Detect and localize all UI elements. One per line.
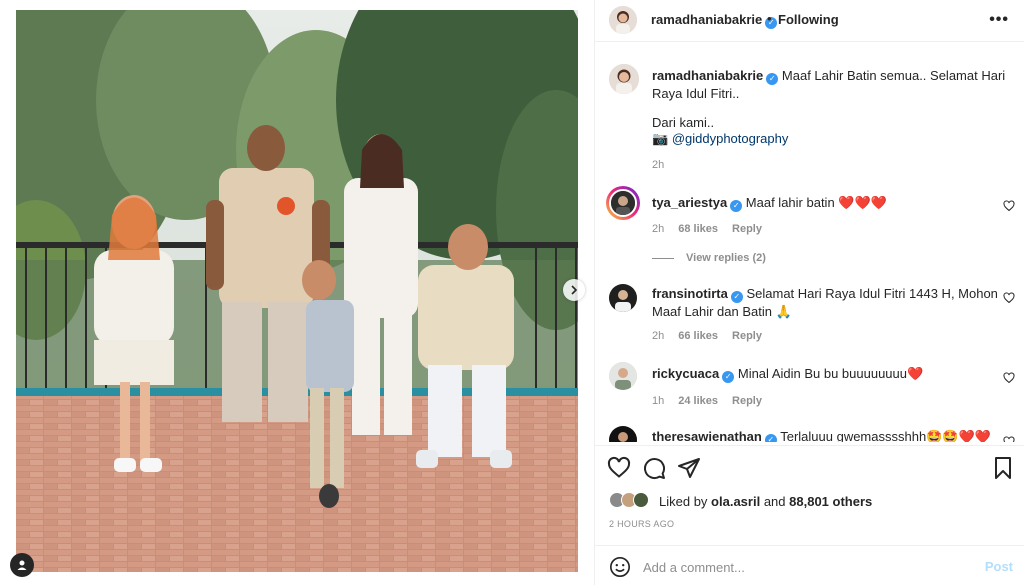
- comment-username[interactable]: tya_ariestya: [652, 195, 727, 210]
- liker-avatar: [633, 492, 649, 508]
- comment-body: Terlaluuu gwemasssshhh🤩🤩❤️❤️: [780, 429, 991, 442]
- comment-time[interactable]: 2h: [652, 223, 664, 235]
- commenter-avatar[interactable]: [609, 284, 637, 312]
- post-side-panel: ramadhaniabakrie ✓ • Following ••• ramadh: [594, 0, 1024, 585]
- reply-button[interactable]: Reply: [732, 395, 762, 407]
- comment-like-heart-icon[interactable]: [1003, 200, 1015, 212]
- post-photo[interactable]: [16, 10, 578, 572]
- caption-username[interactable]: ramadhaniabakrie: [652, 68, 763, 83]
- comment-text: theresawienathan ✓ Terlaluuu gwemasssshhh…: [652, 428, 1007, 442]
- bookmark-icon[interactable]: [991, 456, 1015, 480]
- chevron-right-icon: [571, 285, 578, 295]
- verified-icon: ✓: [730, 200, 743, 212]
- comment-meta: 1h 24 likes Reply: [652, 395, 776, 407]
- view-replies-button[interactable]: View replies (2): [652, 252, 766, 264]
- author-username[interactable]: ramadhaniabakrie ✓: [651, 12, 778, 29]
- comment-likes[interactable]: 66 likes: [678, 330, 718, 342]
- comment-like-heart-icon[interactable]: [1003, 436, 1015, 442]
- likes-others[interactable]: 88,801 others: [789, 494, 872, 509]
- comment-item: theresawienathan ✓ Terlaluuu gwemasssshhh…: [595, 426, 1024, 442]
- more-icon[interactable]: •••: [989, 11, 1009, 29]
- caption-credit: 📷 @giddyphotography: [652, 130, 1007, 148]
- comment-body: Maaf lahir batin ❤️❤️❤️: [745, 195, 887, 210]
- comment-username[interactable]: rickycuaca: [652, 366, 719, 381]
- camera-emoji: 📷: [652, 131, 669, 146]
- comments-list[interactable]: ramadhaniabakrie ✓ Maaf Lahir Batin semua…: [595, 42, 1024, 442]
- heart-icon[interactable]: [607, 456, 631, 480]
- comment-item: fransinotirta ✓ Selamat Hari Raya Idul Fi…: [595, 284, 1024, 354]
- reply-button[interactable]: Reply: [732, 330, 762, 342]
- caption-time[interactable]: 2h: [652, 159, 664, 171]
- commenter-avatar[interactable]: [609, 189, 637, 217]
- likes-joiner: and: [763, 494, 786, 509]
- comment-body: Minal Aidin Bu bu buuuuuuuu❤️: [737, 366, 924, 381]
- author-avatar[interactable]: [609, 6, 637, 34]
- comment-time[interactable]: 2h: [652, 330, 664, 342]
- caption-meta: 2h: [652, 159, 678, 171]
- following-button[interactable]: Following: [778, 12, 839, 27]
- post-button[interactable]: Post: [985, 559, 1013, 574]
- comment-likes[interactable]: 68 likes: [678, 223, 718, 235]
- comment-icon[interactable]: [642, 456, 666, 480]
- author-username-text: ramadhaniabakrie: [651, 12, 763, 27]
- comment-meta: 2h 66 likes Reply: [652, 330, 776, 342]
- reply-button[interactable]: Reply: [732, 223, 762, 235]
- verified-icon: ✓: [766, 73, 779, 85]
- post-timestamp[interactable]: 2 HOURS AGO: [609, 519, 674, 529]
- commenter-avatar[interactable]: [609, 426, 637, 442]
- action-bar: [595, 445, 1024, 489]
- likes-text: Liked by ola.asril and 88,801 others: [659, 494, 872, 509]
- liker-username[interactable]: ola.asril: [711, 494, 760, 509]
- comment-composer: Post: [595, 545, 1024, 585]
- comment-input[interactable]: [643, 556, 943, 578]
- comment-text: rickycuaca ✓ Minal Aidin Bu bu buuuuuuuu❤…: [652, 365, 1007, 383]
- comment-text: tya_ariestya ✓ Maaf lahir batin ❤️❤️❤️: [652, 194, 1007, 212]
- caption-avatar[interactable]: [609, 64, 639, 94]
- comment-time[interactable]: 1h: [652, 395, 664, 407]
- verified-icon: ✓: [730, 291, 743, 303]
- emoji-icon[interactable]: [609, 556, 631, 578]
- comment-text: fransinotirta ✓ Selamat Hari Raya Idul Fi…: [652, 285, 1007, 321]
- comment-username[interactable]: theresawienathan: [652, 429, 762, 442]
- comment-likes[interactable]: 24 likes: [678, 395, 718, 407]
- next-photo-button[interactable]: [563, 279, 585, 301]
- photographer-mention[interactable]: @giddyphotography: [672, 131, 789, 146]
- header-separator: •: [767, 11, 772, 26]
- verified-icon: ✓: [722, 371, 735, 383]
- comment-item: rickycuaca ✓ Minal Aidin Bu bu buuuuuuuu❤…: [595, 362, 1024, 422]
- comment-username[interactable]: fransinotirta: [652, 286, 728, 301]
- tagged-users-button[interactable]: [10, 553, 34, 577]
- comment-item: tya_ariestya ✓ Maaf lahir batin ❤️❤️❤️ 2h…: [595, 186, 1024, 268]
- commenter-avatar[interactable]: [609, 362, 637, 390]
- caption-text: ramadhaniabakrie ✓ Maaf Lahir Batin semua…: [652, 67, 1007, 103]
- verified-icon: ✓: [764, 434, 777, 442]
- comment-meta: 2h 68 likes Reply: [652, 223, 776, 235]
- comment-like-heart-icon[interactable]: [1003, 372, 1015, 384]
- likes-prefix: Liked by: [659, 494, 708, 509]
- share-icon[interactable]: [677, 456, 701, 480]
- comment-like-heart-icon[interactable]: [1003, 292, 1015, 304]
- post-header: ramadhaniabakrie ✓ • Following •••: [595, 0, 1024, 42]
- likes-summary: Liked by ola.asril and 88,801 others: [609, 490, 1009, 512]
- user-tag-icon: [17, 560, 27, 570]
- post-media-pane: [0, 0, 594, 585]
